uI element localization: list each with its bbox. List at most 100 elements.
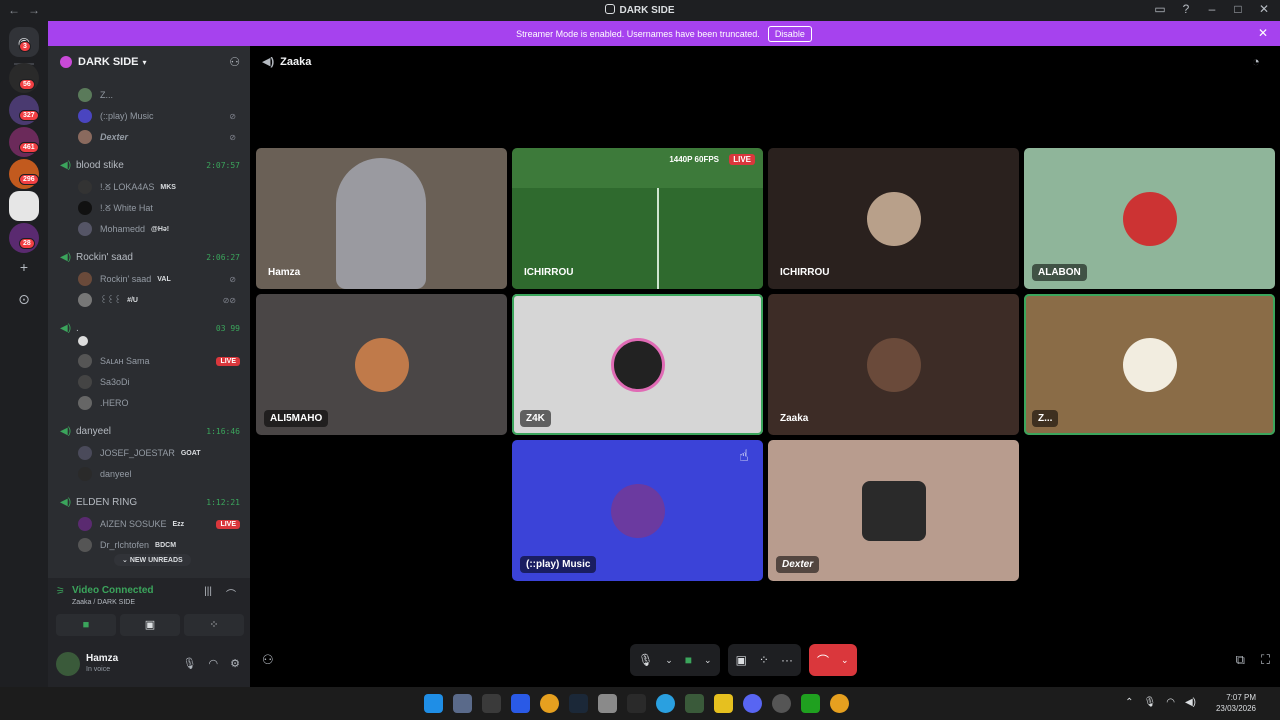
video-tile[interactable]: Dexter	[768, 440, 1019, 581]
list-item[interactable]: ꒰꒰꒰ #/U ⊘⊘	[78, 292, 240, 308]
gear-icon[interactable]: ⚙	[230, 657, 240, 670]
share-controls: ▣ ⁘ ···	[727, 644, 801, 676]
app-icon[interactable]	[453, 694, 472, 713]
video-tile[interactable]: Z...	[1024, 294, 1275, 435]
voice-channel[interactable]: ◀) ELDEN RING 1:12:21	[60, 494, 240, 510]
more-icon[interactable]: ···	[781, 653, 793, 667]
disconnect-icon[interactable]: ⌒	[226, 586, 236, 601]
speaker-icon: ◀)	[60, 159, 72, 171]
app-icon[interactable]	[598, 694, 617, 713]
app-icon[interactable]	[685, 694, 704, 713]
start-icon[interactable]	[424, 694, 443, 713]
popout-icon[interactable]: ⧉	[1236, 652, 1245, 668]
leave-call-button[interactable]: ⌒ ⌄	[808, 644, 857, 676]
list-item[interactable]: danyeel	[78, 466, 240, 482]
wifi-icon[interactable]: ◠	[1166, 697, 1175, 708]
discover-icon[interactable]: ⊙	[14, 289, 34, 309]
avatar[interactable]	[56, 652, 80, 676]
voice-actions: ||| ⌒	[204, 586, 236, 601]
new-unreads-button[interactable]: ⌄ NEW UNREADS	[114, 554, 191, 566]
clock[interactable]: 7:07 PM 23/03/2026	[1216, 692, 1256, 714]
voice-location[interactable]: Zaaka / DARK SIDE	[72, 599, 135, 606]
voice-status[interactable]: Video Connected	[72, 585, 154, 596]
telegram-icon[interactable]	[656, 694, 675, 713]
microphone-icon[interactable]: 🎙	[183, 657, 197, 670]
camera-icon[interactable]: ■	[685, 653, 692, 667]
list-item[interactable]	[78, 333, 240, 349]
avatar	[866, 337, 921, 392]
video-tile[interactable]: Hamza	[256, 148, 507, 289]
server-rail: ◉ 3 56 327 461 296 28 + ⊙	[0, 21, 48, 687]
avatar	[78, 538, 92, 552]
list-item[interactable]: !.ᘜ LOKA4AS MKS	[78, 179, 240, 195]
server-badge: 327	[19, 110, 39, 121]
headphones-icon[interactable]: ◠	[209, 657, 219, 670]
add-server-icon[interactable]: +	[14, 257, 34, 277]
chrome-icon[interactable]	[540, 694, 559, 713]
app-icon[interactable]	[482, 694, 501, 713]
list-item[interactable]: Sᴀʟᴀʜ Sama LIVE	[78, 353, 240, 369]
list-item[interactable]: !.ᘜ White Hat	[78, 200, 240, 216]
list-item[interactable]: Dr_rlchtofen BDCM	[78, 537, 240, 553]
chevron-down-icon[interactable]: ⌄	[841, 655, 849, 666]
list-item[interactable]: JOSEF_JOESTAR GOAT	[78, 445, 240, 461]
chevron-down-icon[interactable]: ⌄	[665, 655, 673, 666]
microphone-icon[interactable]: 🎙	[1144, 697, 1157, 708]
inbox-icon[interactable]: ▭	[1154, 2, 1166, 16]
voice-channel[interactable]: ◀) Rockin' saad 2:06:27	[60, 249, 240, 265]
help-icon[interactable]: ?	[1180, 2, 1192, 16]
list-item[interactable]: Dexter ⊘	[78, 129, 240, 145]
app-icon[interactable]	[511, 694, 530, 713]
voice-channel[interactable]: ◀) blood stike 2:07:57	[60, 157, 240, 173]
list-item[interactable]: Rockin' saad VAL ⊘	[78, 271, 240, 287]
add-member-icon[interactable]: ⚇	[229, 55, 240, 69]
video-tile[interactable]: ALABON	[1024, 148, 1275, 289]
call-area: ◀) Zaaka ◔ Hamza 1440P 60FPS LIVE ICHIRRO…	[250, 46, 1280, 687]
screenshare-button[interactable]: ▣	[120, 614, 180, 636]
steam-icon[interactable]	[569, 694, 588, 713]
avatar	[78, 88, 92, 102]
fullscreen-icon[interactable]: ⛶	[1261, 652, 1270, 668]
list-item[interactable]: Mohamedd @Hə!	[78, 221, 240, 237]
invite-icon[interactable]: ⚇	[262, 652, 274, 668]
screenshare-icon[interactable]: ▣	[736, 653, 747, 667]
disable-button[interactable]: Disable	[767, 25, 812, 42]
noise-suppression-icon[interactable]: |||	[204, 586, 212, 601]
activities-icon[interactable]: ⁘	[759, 653, 769, 667]
guild-header[interactable]: DARK SIDE ▾ ⚇	[48, 46, 250, 78]
list-item[interactable]: Sa3oDi	[78, 374, 240, 390]
list-item[interactable]: AIZEN SOSUKE Ezz LIVE	[78, 516, 240, 532]
maximize-button[interactable]: □	[1232, 2, 1244, 16]
folder-icon[interactable]	[714, 694, 733, 713]
chevron-up-icon[interactable]: ⌃	[1125, 697, 1133, 708]
close-banner-icon[interactable]: ✕	[1258, 26, 1268, 40]
chrome-icon[interactable]	[830, 694, 849, 713]
home-badge: 3	[19, 41, 31, 52]
app-icon[interactable]	[772, 694, 791, 713]
video-tile[interactable]: Zaaka	[768, 294, 1019, 435]
discord-icon[interactable]	[743, 694, 762, 713]
voice-channel[interactable]: ◀) danyeel 1:16:46	[60, 423, 240, 439]
close-button[interactable]: ✕	[1258, 2, 1270, 16]
camera-button[interactable]: ■	[56, 614, 116, 636]
minimize-button[interactable]: –	[1206, 2, 1218, 16]
volume-icon[interactable]: ◀)	[1185, 697, 1196, 708]
video-tile[interactable]: ALI5MAHO	[256, 294, 507, 435]
microphone-icon[interactable]: 🎙	[638, 653, 653, 667]
mic-control[interactable]: 🎙 ⌄ ■ ⌄	[630, 644, 720, 676]
app-icon[interactable]	[801, 694, 820, 713]
list-item[interactable]: .HERO	[78, 395, 240, 411]
list-item[interactable]: Z...	[78, 87, 240, 103]
server-icon-dark-side[interactable]	[9, 191, 39, 221]
threads-icon[interactable]: ◔	[1252, 54, 1270, 72]
list-item[interactable]: (::play) Music ⊘	[78, 108, 240, 124]
video-tile[interactable]: (::play) Music	[512, 440, 763, 581]
chevron-down-icon[interactable]: ⌄	[704, 655, 712, 666]
avatar	[78, 336, 88, 346]
stream-tile[interactable]: 1440P 60FPS LIVE ICHIRROU	[512, 148, 763, 289]
video-tile[interactable]: ICHIRROU	[768, 148, 1019, 289]
video-tile[interactable]: Z4K	[512, 294, 763, 435]
app-icon[interactable]	[627, 694, 646, 713]
avatar	[78, 375, 92, 389]
activities-button[interactable]: ⁘	[184, 614, 244, 636]
